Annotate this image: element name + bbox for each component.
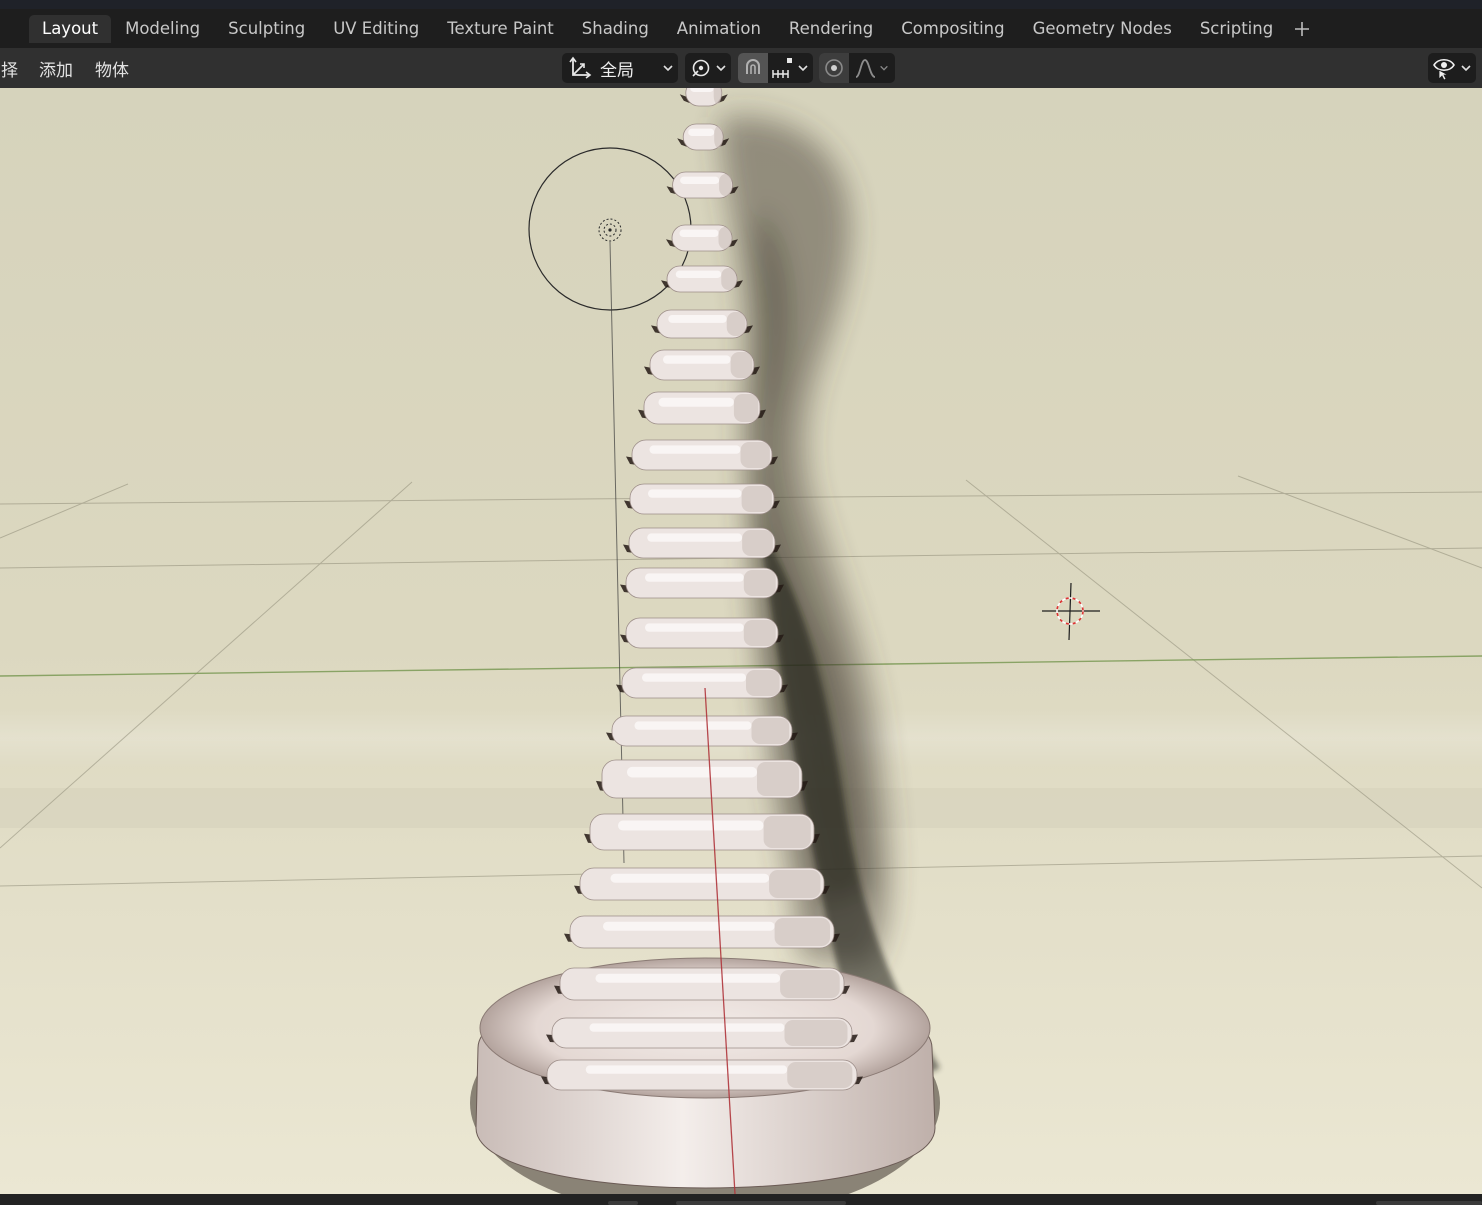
pivot-point-icon bbox=[692, 59, 710, 77]
selectability-visibility-dropdown[interactable] bbox=[1428, 53, 1476, 83]
plus-icon bbox=[1295, 21, 1310, 36]
window-top-strip bbox=[0, 0, 1482, 9]
tab-layout[interactable]: Layout bbox=[29, 14, 112, 43]
add-workspace-button[interactable] bbox=[1287, 15, 1317, 43]
snap-magnet-icon bbox=[746, 59, 760, 74]
area-handle bbox=[1376, 1201, 1482, 1205]
menu-add[interactable]: 添加 bbox=[39, 56, 73, 81]
menu-object[interactable]: 物体 bbox=[95, 56, 129, 81]
tab-texture-paint[interactable]: Texture Paint bbox=[433, 15, 567, 43]
tab-modeling[interactable]: Modeling bbox=[111, 15, 214, 43]
transform-orientation-label: 全局 bbox=[600, 60, 634, 81]
viewport-menu: 择 添加 物体 bbox=[0, 48, 151, 88]
falloff-dropdown[interactable] bbox=[849, 53, 889, 83]
pivot-point-dropdown[interactable] bbox=[685, 53, 731, 83]
menu-select[interactable]: 择 bbox=[1, 56, 18, 81]
workspace-tabs: Layout Modeling Sculpting UV Editing Tex… bbox=[29, 14, 1317, 43]
chevron-down-icon bbox=[879, 63, 889, 73]
chevron-down-icon bbox=[797, 62, 809, 74]
tab-compositing[interactable]: Compositing bbox=[887, 15, 1018, 43]
viewport-scene bbox=[0, 88, 1482, 1194]
tab-sculpting[interactable]: Sculpting bbox=[214, 15, 319, 43]
3d-viewport[interactable] bbox=[0, 88, 1482, 1194]
tab-rendering[interactable]: Rendering bbox=[775, 15, 887, 43]
area-handle bbox=[608, 1201, 638, 1205]
snap-increment-icon bbox=[772, 58, 792, 78]
visibility-eye-icon bbox=[1433, 58, 1455, 81]
transform-orientation-icon bbox=[569, 56, 592, 79]
tab-uv-editing[interactable]: UV Editing bbox=[319, 15, 433, 43]
viewport-header: 择 添加 物体 全局 bbox=[0, 48, 1482, 88]
workspace-bar: Layout Modeling Sculpting UV Editing Tex… bbox=[0, 9, 1482, 48]
proportional-editing-icon bbox=[825, 59, 843, 77]
tab-animation[interactable]: Animation bbox=[663, 15, 775, 43]
timeline-header-edge bbox=[0, 1194, 1482, 1205]
chevron-down-icon bbox=[1460, 62, 1472, 74]
chevron-down-icon bbox=[662, 62, 674, 74]
snap-toggle[interactable] bbox=[738, 53, 768, 83]
area-handle bbox=[676, 1201, 846, 1205]
proportional-editing-toggle[interactable] bbox=[819, 53, 849, 83]
falloff-curve-icon bbox=[855, 59, 876, 78]
chevron-down-icon bbox=[715, 62, 727, 74]
tab-shading[interactable]: Shading bbox=[568, 15, 663, 43]
proportional-editing-group bbox=[819, 53, 895, 83]
snap-target-dropdown[interactable] bbox=[768, 53, 809, 83]
transform-orientation-dropdown[interactable]: 全局 bbox=[562, 53, 678, 83]
tab-geometry-nodes[interactable]: Geometry Nodes bbox=[1019, 15, 1186, 43]
tab-scripting[interactable]: Scripting bbox=[1186, 15, 1287, 43]
snapping-group bbox=[738, 53, 813, 83]
